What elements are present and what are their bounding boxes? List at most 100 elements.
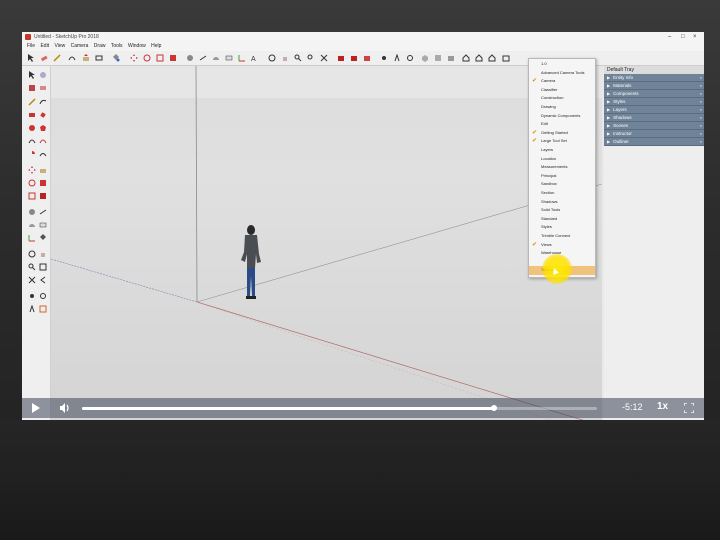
three-point-arc-icon[interactable]	[39, 150, 47, 158]
top-view-icon[interactable]	[434, 54, 442, 62]
axes-tool-icon[interactable]	[28, 234, 36, 242]
progress-knob[interactable]	[491, 405, 497, 411]
toolbars-menu-item[interactable]: Principal	[529, 172, 595, 181]
toolbars-menu-item[interactable]: Classifier	[529, 86, 595, 95]
tray-panel-layers[interactable]: ▶ Layers ×	[604, 106, 704, 114]
circle-tool-icon[interactable]	[28, 124, 36, 132]
position-camera-tool-icon[interactable]	[28, 292, 36, 300]
extension-warehouse-icon[interactable]	[363, 54, 371, 62]
protractor-icon[interactable]	[212, 54, 220, 62]
arc-tool-icon[interactable]	[28, 137, 36, 145]
menu-window[interactable]: Window	[128, 43, 146, 49]
toolbars-menu-item[interactable]: Shadows	[529, 198, 595, 207]
rotate-icon[interactable]	[143, 54, 151, 62]
fullscreen-icon[interactable]	[684, 403, 694, 413]
look-around-tool-icon[interactable]	[39, 292, 47, 300]
polygon-tool-icon[interactable]	[39, 124, 47, 132]
rotate-tool-icon[interactable]	[28, 179, 36, 187]
section-plane-icon[interactable]	[39, 305, 47, 313]
toolbars-menu-item[interactable]: 1.0	[529, 60, 595, 69]
tray-panel-outliner[interactable]: ▶ Outliner ×	[604, 138, 704, 146]
freehand-icon[interactable]	[39, 98, 47, 106]
pencil-icon[interactable]	[53, 54, 61, 62]
two-point-arc-icon[interactable]	[39, 137, 47, 145]
zoom-window-tool-icon[interactable]	[39, 263, 47, 271]
toolbars-menu-item[interactable]: Dynamic Components	[529, 112, 595, 121]
tray-panel-instructor[interactable]: ▶ Instructor ×	[604, 130, 704, 138]
iso-view-icon[interactable]	[421, 54, 429, 62]
menu-view[interactable]: View	[54, 43, 65, 49]
axes-icon[interactable]	[238, 54, 246, 62]
lasso-icon[interactable]	[39, 71, 47, 79]
playback-speed-button[interactable]: 1x	[657, 401, 668, 412]
text-tool-icon[interactable]	[39, 221, 47, 229]
eraser-icon[interactable]	[40, 54, 48, 62]
volume-icon[interactable]	[59, 402, 71, 414]
push-pull-icon[interactable]	[82, 54, 90, 62]
offset-icon[interactable]	[169, 54, 177, 62]
protractor-tool-icon[interactable]	[28, 221, 36, 229]
dimension-icon[interactable]	[199, 54, 207, 62]
eraser-tool-icon[interactable]	[39, 84, 47, 92]
pan-icon[interactable]	[281, 54, 289, 62]
person-figure[interactable]	[237, 224, 265, 304]
toolbars-menu-item[interactable]: ✔ Views	[529, 241, 595, 250]
toolbars-menu-item[interactable]: Location	[529, 155, 595, 164]
pie-tool-icon[interactable]	[28, 150, 36, 158]
close-icon[interactable]: ×	[700, 74, 702, 81]
close-icon[interactable]: ×	[700, 130, 702, 137]
back-view-icon[interactable]	[475, 54, 483, 62]
zoom-extents-tool-icon[interactable]	[28, 276, 36, 284]
text-icon[interactable]	[225, 54, 233, 62]
scale-icon[interactable]	[156, 54, 164, 62]
left-view-icon[interactable]	[488, 54, 496, 62]
push-pull-tool-icon[interactable]	[39, 166, 47, 174]
rectangle-tool-icon[interactable]	[28, 111, 36, 119]
toolbars-menu-item[interactable]: Sandbox	[529, 180, 595, 189]
toolbars-menu-item[interactable]: Standard	[529, 215, 595, 224]
tray-panel-shadows[interactable]: ▶ Shadows ×	[604, 114, 704, 122]
toolbars-menu-item[interactable]: Edit	[529, 120, 595, 129]
toolbars-menu-item[interactable]: Drawing	[529, 103, 595, 112]
toolbars-menu-item[interactable]: Styles	[529, 223, 595, 232]
tray-panel-styles[interactable]: ▶ Styles ×	[604, 98, 704, 106]
menu-draw[interactable]: Draw	[94, 43, 106, 49]
line-tool-icon[interactable]	[28, 98, 36, 106]
zoom-tool-icon[interactable]	[28, 263, 36, 271]
menu-help[interactable]: Help	[151, 43, 161, 49]
progress-bar[interactable]	[82, 405, 597, 411]
dimension-tool-icon[interactable]	[39, 208, 47, 216]
play-button[interactable]	[32, 403, 40, 413]
close-icon[interactable]: ×	[700, 138, 702, 145]
toolbars-menu-item[interactable]: Solid Tools	[529, 206, 595, 215]
select-tool-icon[interactable]	[28, 71, 36, 79]
close-icon[interactable]: ×	[700, 122, 702, 129]
minimize-button[interactable]: –	[668, 32, 671, 42]
position-camera-icon[interactable]	[380, 54, 388, 62]
move-icon[interactable]	[130, 54, 138, 62]
tray-panel-components[interactable]: ▶ Components ×	[604, 90, 704, 98]
tray-panel-scenes[interactable]: ▶ Scenes ×	[604, 122, 704, 130]
drawing-area[interactable]	[51, 66, 602, 420]
select-arrow-icon[interactable]	[27, 54, 35, 62]
home-icon[interactable]	[462, 54, 470, 62]
rotated-rect-icon[interactable]	[39, 111, 47, 119]
paint-tool-icon[interactable]	[39, 234, 47, 242]
close-icon[interactable]: ×	[700, 114, 702, 121]
menu-file[interactable]: File	[27, 43, 35, 49]
orbit-tool-icon[interactable]	[28, 250, 36, 258]
previous-view-icon[interactable]	[39, 276, 47, 284]
arc-icon[interactable]	[68, 54, 76, 62]
rectangle-icon[interactable]	[95, 54, 103, 62]
3d-text-icon[interactable]: A	[251, 54, 259, 62]
zoom-extents-icon[interactable]	[320, 54, 328, 62]
toolbars-menu-item[interactable]: Measurements	[529, 163, 595, 172]
walk-icon[interactable]	[393, 54, 401, 62]
look-around-icon[interactable]	[406, 54, 414, 62]
toolbars-menu-item[interactable]: Advanced Camera Tools	[529, 69, 595, 78]
tray-panel-materials[interactable]: ▶ Materials ×	[604, 82, 704, 90]
tape-measure-icon[interactable]	[186, 54, 194, 62]
menu-tools[interactable]: Tools	[111, 43, 123, 49]
follow-me-icon[interactable]	[39, 179, 47, 187]
close-icon[interactable]: ×	[700, 82, 702, 89]
